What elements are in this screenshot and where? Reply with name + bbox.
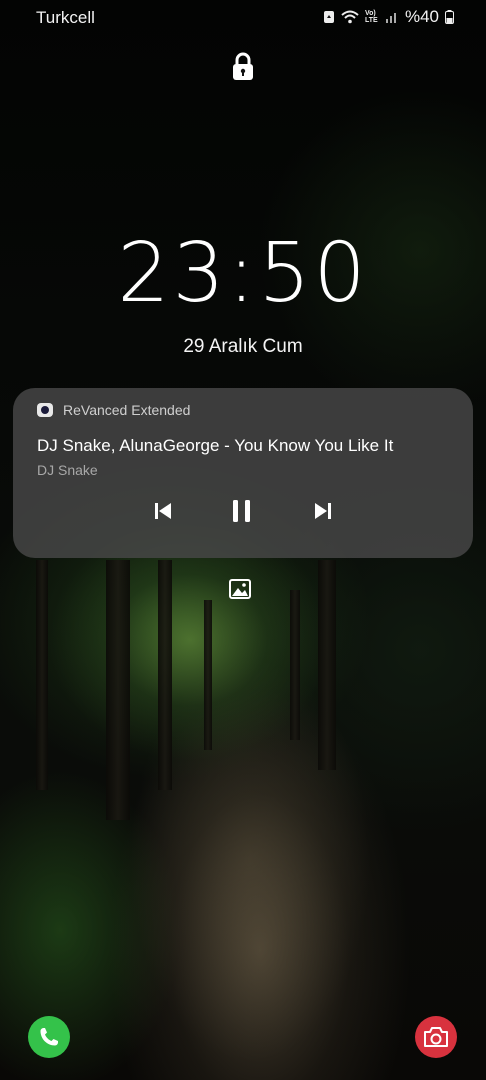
gallery-icon[interactable]	[229, 579, 251, 599]
phone-shortcut-button[interactable]	[28, 1016, 70, 1058]
media-app-name: ReVanced Extended	[63, 402, 191, 418]
lock-clock: 23:50	[0, 226, 486, 321]
volte-icon: Vo) LTE	[364, 10, 378, 24]
media-title: DJ Snake, AlunaGeorge - You Know You Lik…	[37, 436, 394, 455]
revanced-app-icon	[37, 403, 53, 417]
next-icon	[315, 503, 331, 519]
media-controls	[13, 497, 473, 525]
previous-button[interactable]	[149, 497, 177, 525]
camera-shortcut-button[interactable]	[415, 1016, 457, 1058]
media-notification[interactable]: ReVanced Extended DJ Snake, AlunaGeorge …	[13, 388, 473, 558]
pause-button[interactable]	[228, 497, 256, 525]
lock-date: 29 Aralık Cum	[183, 336, 303, 357]
signal-icon	[385, 13, 396, 23]
media-app-row: ReVanced Extended	[37, 402, 190, 418]
wifi-icon	[341, 10, 359, 24]
carrier-name: Turkcell	[36, 8, 95, 27]
status-icons: Vo) LTE %40	[323, 7, 454, 27]
previous-icon	[155, 503, 171, 519]
pause-icon	[233, 500, 250, 522]
lock-screen: Turkcell Vo) LTE %40 23:50 29 Aralık Cum…	[0, 0, 486, 1080]
recycle-icon	[323, 11, 334, 23]
lock-icon[interactable]	[231, 52, 255, 82]
clock-time: 23:50	[117, 226, 369, 321]
battery-percentage: %40	[404, 7, 439, 26]
next-button[interactable]	[309, 497, 337, 525]
phone-icon	[40, 1028, 58, 1046]
status-bar: Turkcell Vo) LTE %40	[0, 0, 486, 36]
media-artist: DJ Snake	[37, 462, 98, 478]
camera-icon	[424, 1027, 448, 1047]
battery-icon	[445, 10, 454, 24]
